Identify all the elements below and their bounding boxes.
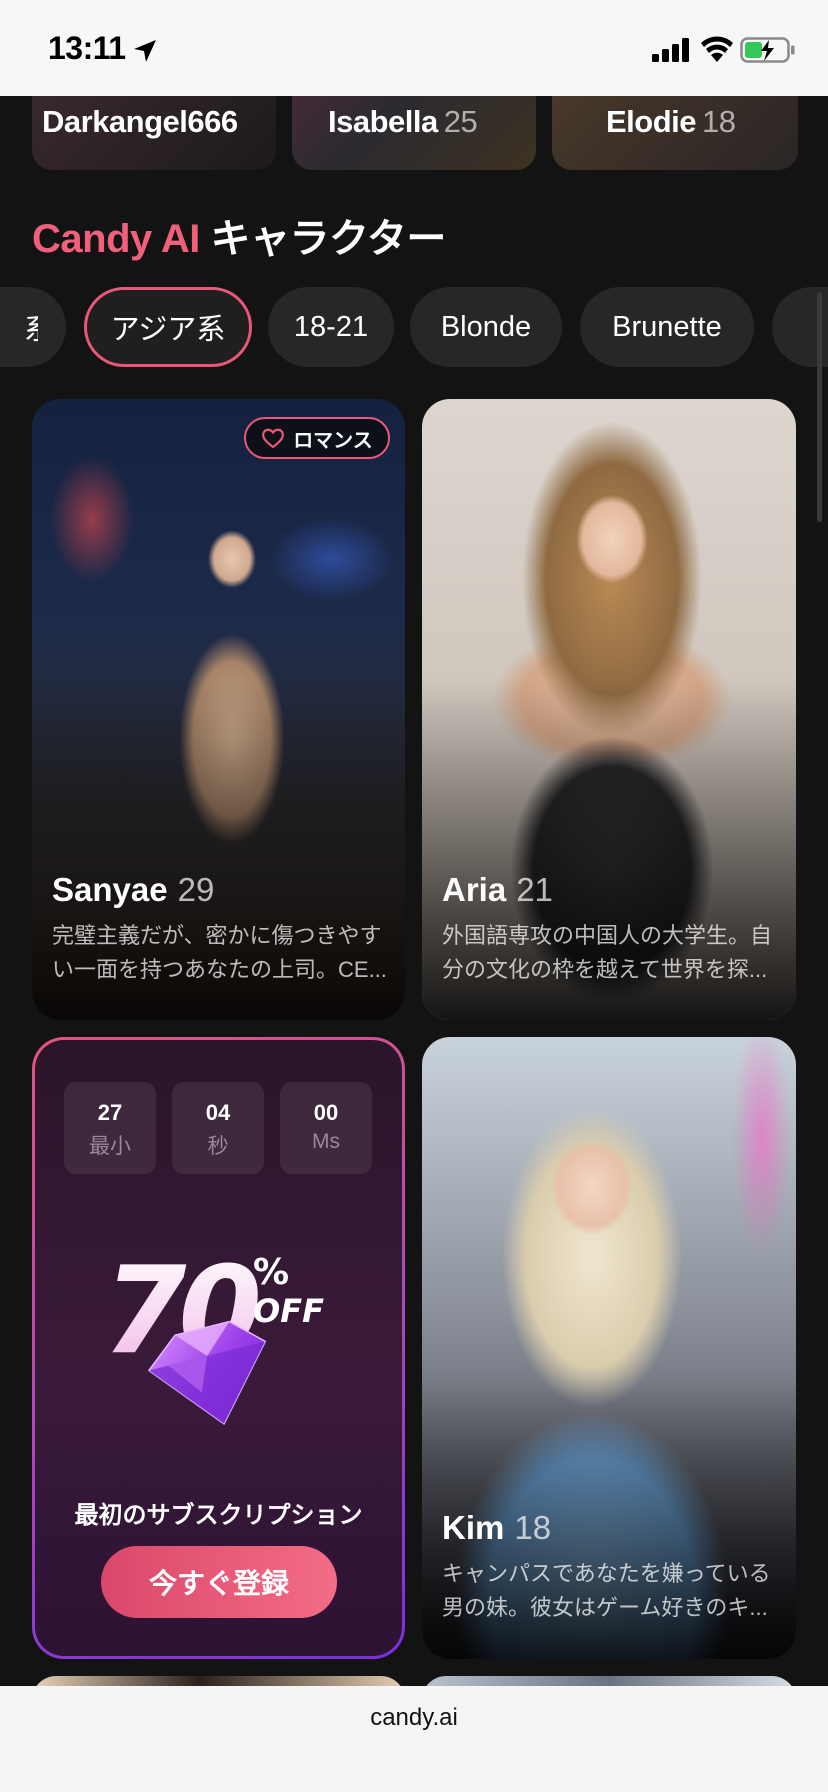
character-name: Sanyae 29	[52, 871, 215, 908]
section-title: Candy AI キャラクター	[32, 206, 446, 264]
page-scrollbar[interactable]	[817, 292, 822, 522]
browser-url-bar[interactable]: candy.ai	[0, 1686, 828, 1792]
chip-blonde[interactable]: Blonde	[410, 287, 562, 367]
heart-icon	[262, 428, 285, 449]
url-text: candy.ai	[370, 1704, 458, 1731]
top-character-strip: Darkangel666 Isabella 25 Elodie 18	[0, 96, 828, 174]
character-card-aria[interactable]: Aria 21 外国語専攻の中国人の大学生。自分の文化の枠を越えて世界を探...	[422, 399, 796, 1020]
promo-card[interactable]: 27 最小 04 秒 00 Ms 70 % OFF 最初のサブスクリプション 今…	[32, 1037, 405, 1659]
strip-card-label: Darkangel666	[42, 104, 238, 139]
chip-asian[interactable]: アジア系	[84, 287, 252, 367]
register-now-button[interactable]: 今すぐ登録	[101, 1546, 337, 1618]
wifi-icon	[701, 36, 733, 62]
cellular-signal-icon	[652, 38, 689, 62]
brand-name: Candy AI	[32, 217, 200, 261]
strip-card-isabella[interactable]: Isabella 25	[292, 96, 536, 170]
svg-text:OFF: OFF	[253, 1292, 324, 1330]
section-title-text: キャラクター	[210, 217, 447, 261]
filter-chip-row: 系 アジア系 18-21 Blonde Brunette	[0, 287, 828, 367]
strip-card-elodie[interactable]: Elodie 18	[552, 96, 798, 170]
character-name: Aria 21	[442, 871, 553, 908]
status-bar: 13:11	[0, 0, 828, 96]
battery-charging-icon	[740, 37, 795, 63]
location-arrow-icon	[134, 40, 156, 62]
chip-18-21[interactable]: 18-21	[268, 287, 394, 367]
tag-romance: ロマンス	[244, 417, 390, 459]
countdown-minutes: 27 最小	[64, 1082, 156, 1174]
chip-brunette[interactable]: Brunette	[580, 287, 754, 367]
chip-previous[interactable]: 系	[0, 287, 66, 367]
countdown-seconds: 04 秒	[172, 1082, 264, 1174]
strip-card-label: Elodie 18	[606, 104, 736, 139]
countdown-milliseconds: 00 Ms	[280, 1082, 372, 1174]
promo-caption: 最初のサブスクリプション	[74, 1502, 363, 1529]
discount-gem-graphic: 70 % OFF	[103, 1242, 324, 1426]
character-description: キャンパスであなたを嫌っている男の妹。彼女はゲーム好きのキ...	[442, 1561, 771, 1620]
strip-card-label: Isabella 25	[328, 104, 478, 139]
status-time: 13:11	[48, 30, 126, 66]
character-card-sanyae[interactable]: Sanyae 29 完璧主義だが、密かに傷つきやすい一面を持つあなたの上司。CE.…	[32, 399, 405, 1020]
strip-card-darkangel666[interactable]: Darkangel666	[32, 96, 276, 170]
character-description: 外国語専攻の中国人の大学生。自分の文化の枠を越えて世界を探...	[442, 923, 773, 982]
character-description: 完璧主義だが、密かに傷つきやすい一面を持つあなたの上司。CE...	[52, 923, 387, 982]
character-name: Kim 18	[442, 1509, 552, 1546]
character-card-kim[interactable]: Kim 18 キャンパスであなたを嫌っている男の妹。彼女はゲーム好きのキ...	[422, 1037, 796, 1659]
svg-text:%: %	[253, 1252, 289, 1293]
